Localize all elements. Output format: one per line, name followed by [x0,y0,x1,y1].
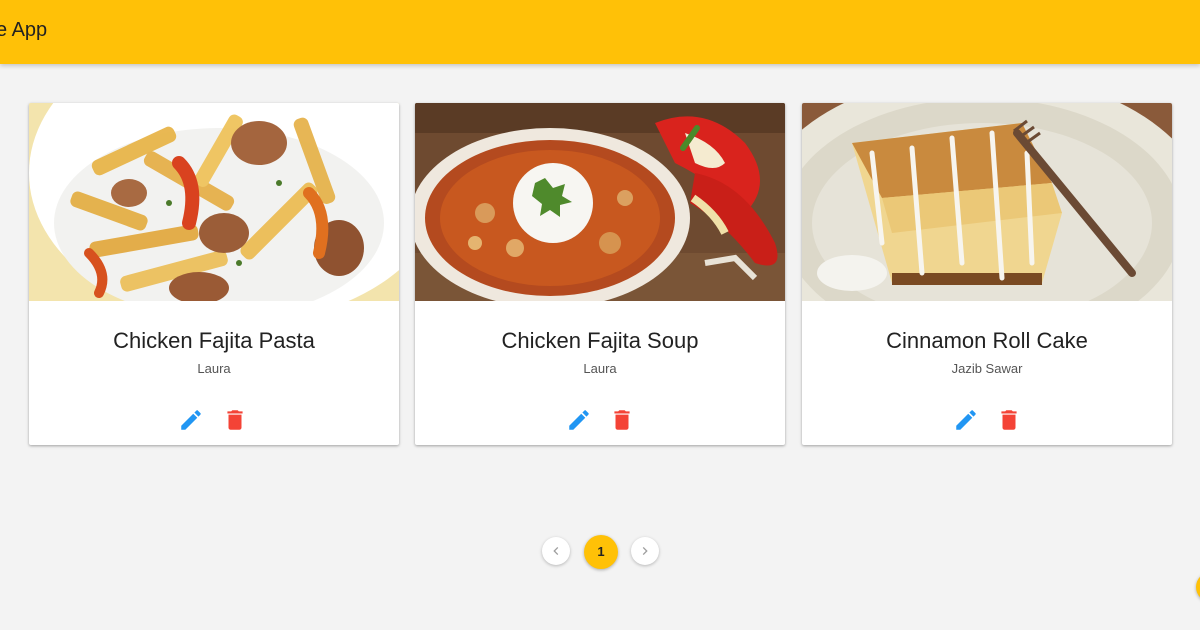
pasta-image [29,103,399,301]
app-title: e App [0,19,48,41]
soup-image [415,103,785,301]
recipe-card[interactable]: Chicken Fajita Soup Laura [415,103,785,445]
trash-icon [614,410,630,430]
next-page-button[interactable] [631,537,659,565]
delete-button[interactable] [609,407,635,433]
prev-page-button[interactable] [542,537,570,565]
edit-button[interactable] [566,407,592,433]
recipe-title: Chicken Fajita Pasta [113,328,315,353]
recipe-title: Chicken Fajita Soup [501,328,699,353]
edit-button[interactable] [953,407,979,433]
chevron-right-icon [642,547,648,555]
pencil-icon [569,410,589,430]
trash-icon [227,410,243,430]
delete-button[interactable] [996,407,1022,433]
trash-icon [1001,410,1017,430]
recipe-card[interactable]: Chicken Fajita Pasta Laura [29,103,399,445]
delete-button[interactable] [222,407,248,433]
chevron-left-icon [553,547,559,555]
recipe-title: Cinnamon Roll Cake [886,328,1088,353]
edit-button[interactable] [178,407,204,433]
pencil-icon [956,410,976,430]
app-bar: e App [0,0,1200,64]
pencil-icon [181,410,201,430]
cake-image [802,103,1172,301]
recipe-card[interactable]: Cinnamon Roll Cake Jazib Sawar [802,103,1172,445]
recipe-author: Laura [197,361,231,376]
recipe-author: Laura [583,361,617,376]
floating-action-button[interactable] [1196,572,1200,602]
page-number-button[interactable]: 1 [584,535,618,569]
recipe-author: Jazib Sawar [951,361,1023,376]
